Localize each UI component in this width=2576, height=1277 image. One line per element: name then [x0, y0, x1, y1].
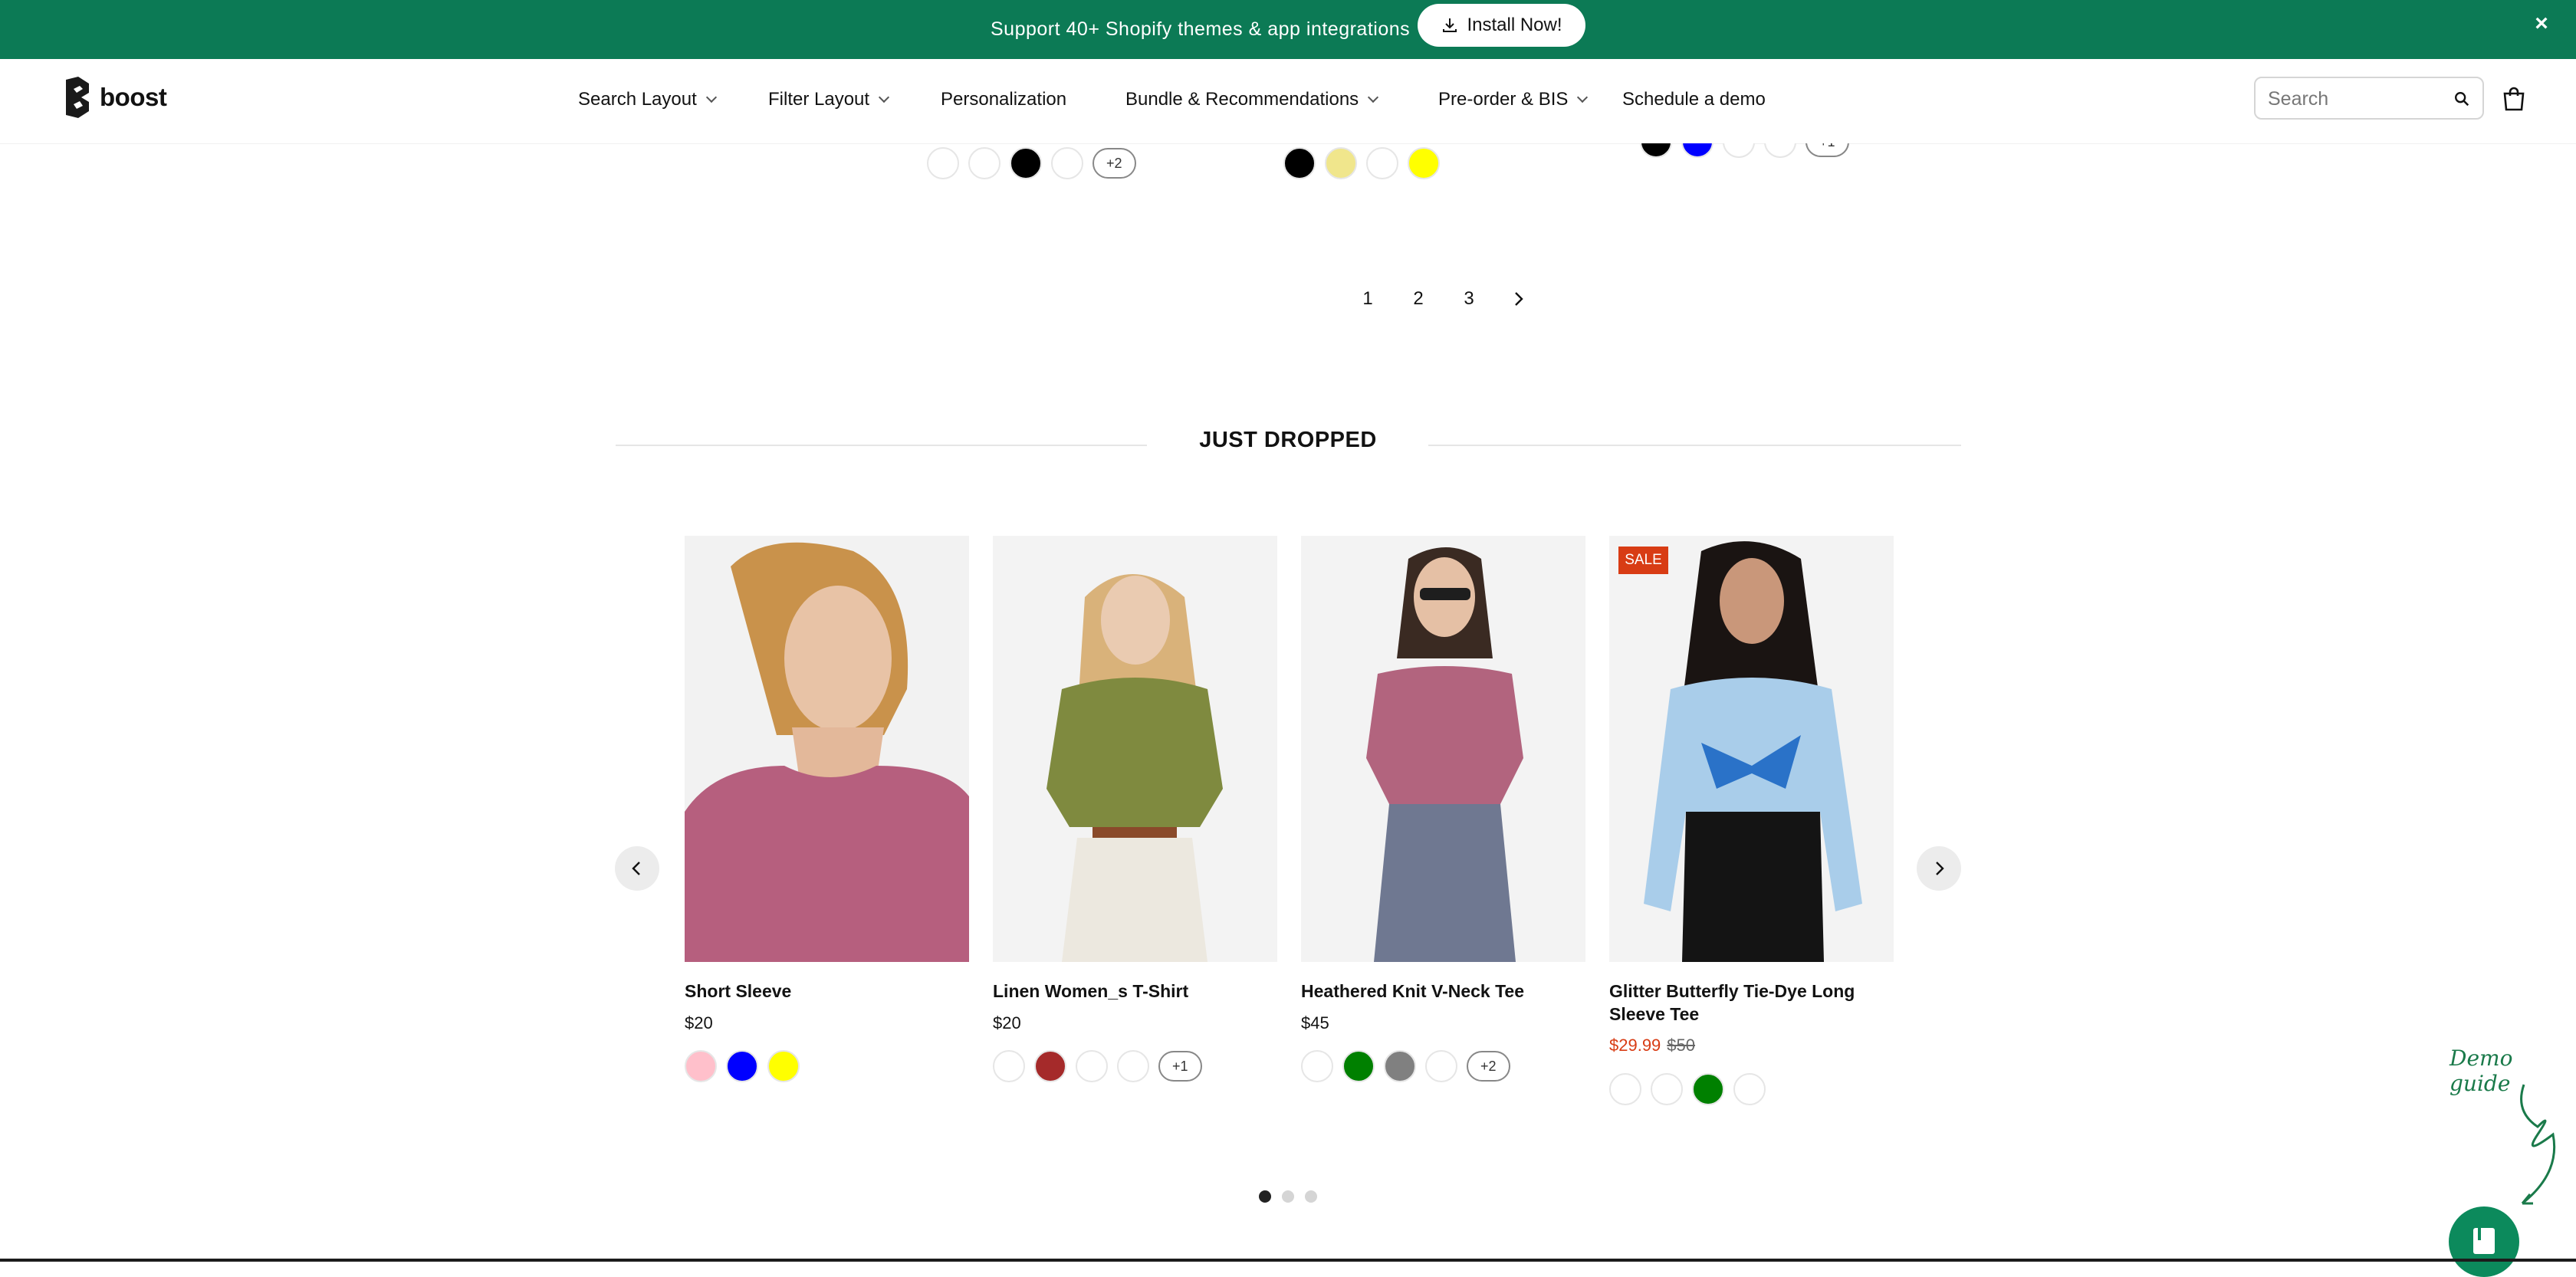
curved-arrow-icon — [2520, 1084, 2556, 1205]
section-title: JUST DROPPED — [1199, 428, 1377, 452]
more-swatches[interactable]: +1 — [1158, 1051, 1202, 1082]
sale-price: $29.99 — [1609, 1036, 1661, 1055]
swatch-row — [1609, 1073, 1766, 1105]
color-swatch[interactable] — [1425, 1050, 1457, 1082]
color-swatch[interactable] — [1117, 1050, 1149, 1082]
page-2[interactable]: 2 — [1407, 285, 1430, 313]
color-swatch[interactable] — [1301, 1050, 1333, 1082]
chevron-right-icon — [1936, 862, 1944, 875]
nav-bundle-recommendations[interactable]: Bundle & Recommendations — [1125, 84, 1379, 115]
nav-label: Pre-order & BIS — [1438, 89, 1569, 110]
color-swatch[interactable] — [968, 147, 1001, 179]
divider — [616, 445, 1147, 446]
nav-search-layout[interactable]: Search Layout — [578, 84, 717, 115]
more-swatches[interactable]: +2 — [1092, 148, 1136, 179]
demo-guide-button[interactable] — [2449, 1206, 2519, 1277]
announcement-text: Support 40+ Shopify themes & app integra… — [991, 18, 1411, 40]
color-swatch[interactable] — [1408, 147, 1440, 179]
nav-label: Schedule a demo — [1622, 89, 1766, 110]
cart-icon[interactable] — [2502, 87, 2525, 111]
color-swatch[interactable] — [1609, 1073, 1641, 1105]
color-swatch[interactable] — [767, 1050, 800, 1082]
color-swatch[interactable] — [1366, 147, 1398, 179]
color-swatch[interactable] — [993, 1050, 1025, 1082]
color-swatch[interactable] — [1342, 1050, 1375, 1082]
compare-price: $50 — [1667, 1036, 1696, 1055]
search-box — [2254, 77, 2484, 120]
nav-label: Search Layout — [578, 89, 697, 110]
download-icon — [1443, 18, 1457, 32]
product-title[interactable]: Short Sleeve — [685, 980, 969, 1003]
logo[interactable]: boost — [61, 77, 167, 118]
carousel-dot[interactable] — [1305, 1190, 1317, 1203]
color-swatch[interactable] — [1692, 1073, 1724, 1105]
page-1[interactable]: 1 — [1356, 285, 1379, 313]
product-image[interactable] — [993, 536, 1277, 962]
product-title[interactable]: Heathered Knit V-Neck Tee — [1301, 980, 1585, 1003]
chevron-right-icon[interactable] — [1510, 291, 1527, 307]
more-swatches[interactable]: +2 — [1467, 1051, 1510, 1082]
color-swatch[interactable] — [1651, 1073, 1683, 1105]
nav-schedule-demo[interactable]: Schedule a demo — [1622, 84, 1766, 115]
chevron-down-icon — [878, 91, 890, 103]
product-title[interactable]: Linen Women_s T-Shirt — [993, 980, 1277, 1003]
page-3[interactable]: 3 — [1457, 285, 1480, 313]
close-icon[interactable]: × — [2532, 12, 2551, 35]
divider — [1428, 445, 1961, 446]
nav-preorder-bis[interactable]: Pre-order & BIS — [1438, 84, 1589, 115]
sale-badge: SALE — [1618, 547, 1668, 574]
color-swatch[interactable] — [685, 1050, 717, 1082]
product-image[interactable] — [1301, 536, 1585, 962]
color-swatch[interactable] — [1283, 147, 1316, 179]
logo-text: boost — [100, 83, 167, 111]
page-bottom-edge — [0, 1259, 2576, 1262]
color-swatch[interactable] — [726, 1050, 758, 1082]
carousel-prev-button[interactable] — [615, 846, 659, 891]
product-photo — [993, 536, 1277, 962]
swatch-row — [685, 1050, 800, 1082]
nav-label: Personalization — [941, 89, 1067, 110]
carousel-next-button[interactable] — [1917, 846, 1961, 891]
install-now-label: Install Now! — [1467, 15, 1562, 35]
carousel-dot[interactable] — [1282, 1190, 1294, 1203]
carousel-dot-active[interactable] — [1259, 1190, 1271, 1203]
product-title[interactable]: Glitter Butterfly Tie-Dye Long Sleeve Te… — [1609, 980, 1894, 1026]
boost-logo-icon — [66, 77, 89, 118]
swatch-row: +2 — [1301, 1050, 1510, 1082]
color-swatch[interactable] — [1034, 1050, 1066, 1082]
color-swatch[interactable] — [1384, 1050, 1416, 1082]
color-swatch[interactable] — [1325, 147, 1357, 179]
swatch-row: +2 — [927, 147, 1136, 179]
search-icon[interactable] — [2453, 90, 2470, 107]
swatch-row — [1283, 147, 1440, 179]
product-price: $45 — [1301, 1013, 1329, 1032]
product-price: $20 — [685, 1013, 713, 1032]
product-photo — [685, 536, 969, 962]
product-image[interactable] — [1609, 536, 1894, 962]
chevron-down-icon — [705, 91, 717, 103]
product-price: $20 — [993, 1013, 1021, 1032]
search-input[interactable] — [2266, 84, 2438, 113]
product-photo — [1609, 536, 1894, 962]
chevron-left-icon — [632, 862, 640, 875]
product-price: $29.99 $50 — [1609, 1036, 1695, 1055]
nav-label: Bundle & Recommendations — [1125, 89, 1359, 110]
color-swatch[interactable] — [927, 147, 959, 179]
nav-label: Filter Layout — [768, 89, 870, 110]
color-swatch[interactable] — [1010, 147, 1042, 179]
product-photo — [1301, 536, 1585, 962]
book-icon — [2473, 1228, 2495, 1254]
nav-filter-layout[interactable]: Filter Layout — [768, 84, 890, 115]
chevron-down-icon — [1368, 91, 1379, 103]
color-swatch[interactable] — [1051, 147, 1083, 179]
color-swatch[interactable] — [1076, 1050, 1108, 1082]
install-now-button[interactable]: Install Now! — [1418, 4, 1585, 47]
chevron-down-icon — [1577, 91, 1589, 103]
nav-personalization[interactable]: Personalization — [941, 84, 1066, 115]
color-swatch[interactable] — [1733, 1073, 1766, 1105]
product-image[interactable] — [685, 536, 969, 962]
swatch-row: +1 — [993, 1050, 1202, 1082]
